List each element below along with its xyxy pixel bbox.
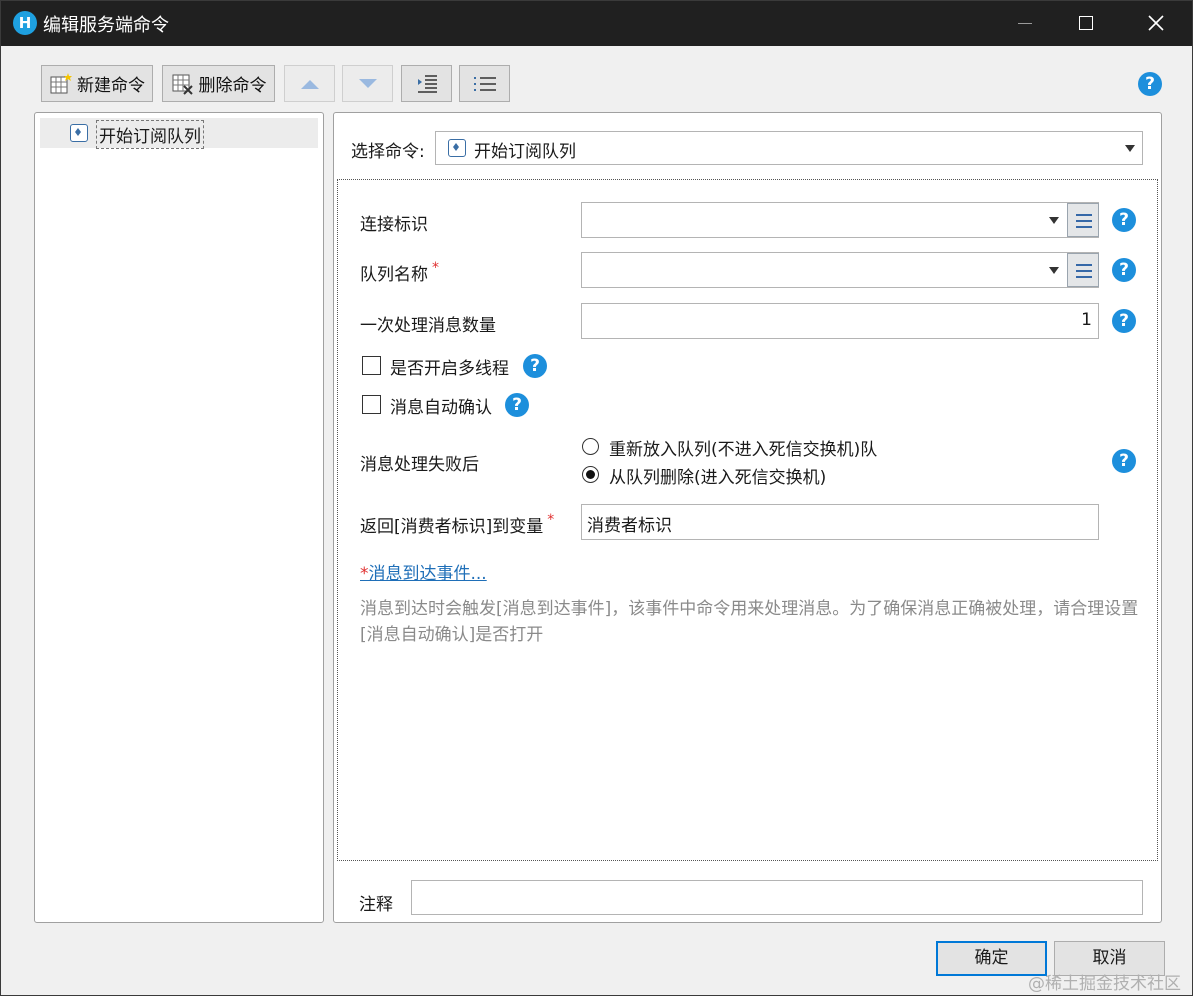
help-icon[interactable]: ? — [1112, 258, 1136, 282]
select-command-label: 选择命令: — [351, 142, 425, 162]
on-failure-label: 消息处理失败后 — [360, 455, 479, 475]
chevron-down-icon — [1049, 267, 1059, 274]
maximize-button[interactable] — [1051, 1, 1121, 46]
help-icon[interactable]: ? — [1112, 449, 1136, 473]
connection-id-combobox[interactable] — [581, 202, 1099, 238]
outdent-button[interactable] — [459, 65, 510, 102]
chevron-down-icon — [1049, 217, 1059, 224]
auto-ack-label: 消息自动确认 — [390, 398, 492, 418]
command-bookmark-icon — [70, 124, 88, 142]
queue-name-combobox[interactable] — [581, 252, 1099, 288]
connection-id-label: 连接标识 — [360, 215, 428, 235]
event-description: 消息到达时会触发[消息到达事件]，该事件中命令用来处理消息。为了确保消息正确被处… — [360, 599, 1139, 645]
select-command-value: 开始订阅队列 — [474, 142, 576, 162]
help-icon[interactable]: ? — [1112, 208, 1136, 232]
select-command-dropdown[interactable]: 开始订阅队列 — [435, 131, 1143, 165]
title-bar[interactable]: H 编辑服务端命令 — [1, 1, 1192, 46]
delete-command-button[interactable]: 删除命令 — [162, 65, 275, 102]
queue-name-label: 队列名称 * — [360, 260, 439, 285]
batch-count-value: 1 — [1081, 310, 1092, 330]
arrow-down-icon — [358, 78, 377, 88]
batch-count-label: 一次处理消息数量 — [360, 316, 496, 336]
message-event-link[interactable]: *消息到达事件... — [360, 559, 487, 584]
multithread-checkbox[interactable] — [362, 356, 381, 375]
required-mark: * — [432, 260, 439, 276]
maximize-icon — [1079, 16, 1093, 30]
batch-count-input[interactable]: 1 — [581, 303, 1099, 339]
dialog-window: H 编辑服务端命令 新建命令 删除命令 ? 开始订阅队列 选择命令: 开始订阅队… — [0, 0, 1193, 996]
return-var-label: 返回[消费者标识]到变量 * — [360, 512, 555, 537]
help-icon[interactable]: ? — [1138, 72, 1162, 96]
watermark: @稀土掘金技术社区 — [1028, 974, 1181, 994]
help-icon[interactable]: ? — [505, 393, 529, 417]
command-tree: 开始订阅队列 — [34, 112, 324, 923]
help-icon[interactable]: ? — [1112, 309, 1136, 333]
delete-table-icon — [172, 74, 193, 95]
move-up-button[interactable] — [284, 65, 335, 102]
multithread-label: 是否开启多线程 — [390, 359, 509, 379]
minimize-icon — [1018, 23, 1032, 24]
return-var-input[interactable]: 消费者标识 — [581, 504, 1099, 540]
window-title: 编辑服务端命令 — [43, 15, 169, 36]
indent-icon — [417, 74, 437, 93]
dead-letter-option-label: 从队列删除(进入死信交换机) — [609, 468, 827, 488]
close-icon — [1148, 15, 1164, 31]
dead-letter-radio[interactable] — [582, 466, 599, 483]
command-settings-area: 连接标识 ? 队列名称 * ? 一次处理消息数量 1 ? 是否开启多线程 ? 消… — [337, 179, 1158, 861]
queue-name-settings-button[interactable] — [1067, 253, 1099, 287]
new-table-icon — [50, 72, 72, 93]
close-button[interactable] — [1121, 1, 1191, 46]
tree-item-label: 开始订阅队列 — [96, 120, 204, 149]
command-editor-panel: 选择命令: 开始订阅队列 连接标识 ? 队列名称 * ? 一次处理消息数量 1 … — [333, 112, 1162, 923]
arrow-up-icon — [300, 79, 319, 89]
list-icon — [473, 76, 496, 91]
note-input[interactable] — [411, 880, 1143, 915]
command-bookmark-icon — [448, 139, 466, 157]
return-var-value: 消费者标识 — [587, 516, 672, 536]
required-mark: * — [547, 512, 555, 528]
tree-item[interactable]: 开始订阅队列 — [40, 118, 318, 149]
delete-command-label: 删除命令 — [198, 76, 267, 96]
new-command-button[interactable]: 新建命令 — [41, 65, 153, 102]
requeue-option-label: 重新放入队列(不进入死信交换机)队 — [609, 440, 878, 460]
new-command-label: 新建命令 — [77, 76, 145, 96]
auto-ack-checkbox[interactable] — [362, 395, 381, 414]
indent-button[interactable] — [401, 65, 452, 102]
note-label: 注释 — [359, 895, 393, 915]
move-down-button[interactable] — [342, 65, 393, 102]
chevron-down-icon — [1125, 145, 1135, 152]
connection-id-settings-button[interactable] — [1067, 203, 1099, 237]
help-icon[interactable]: ? — [523, 354, 547, 378]
app-logo-icon: H — [13, 11, 37, 35]
requeue-radio[interactable] — [582, 438, 599, 455]
